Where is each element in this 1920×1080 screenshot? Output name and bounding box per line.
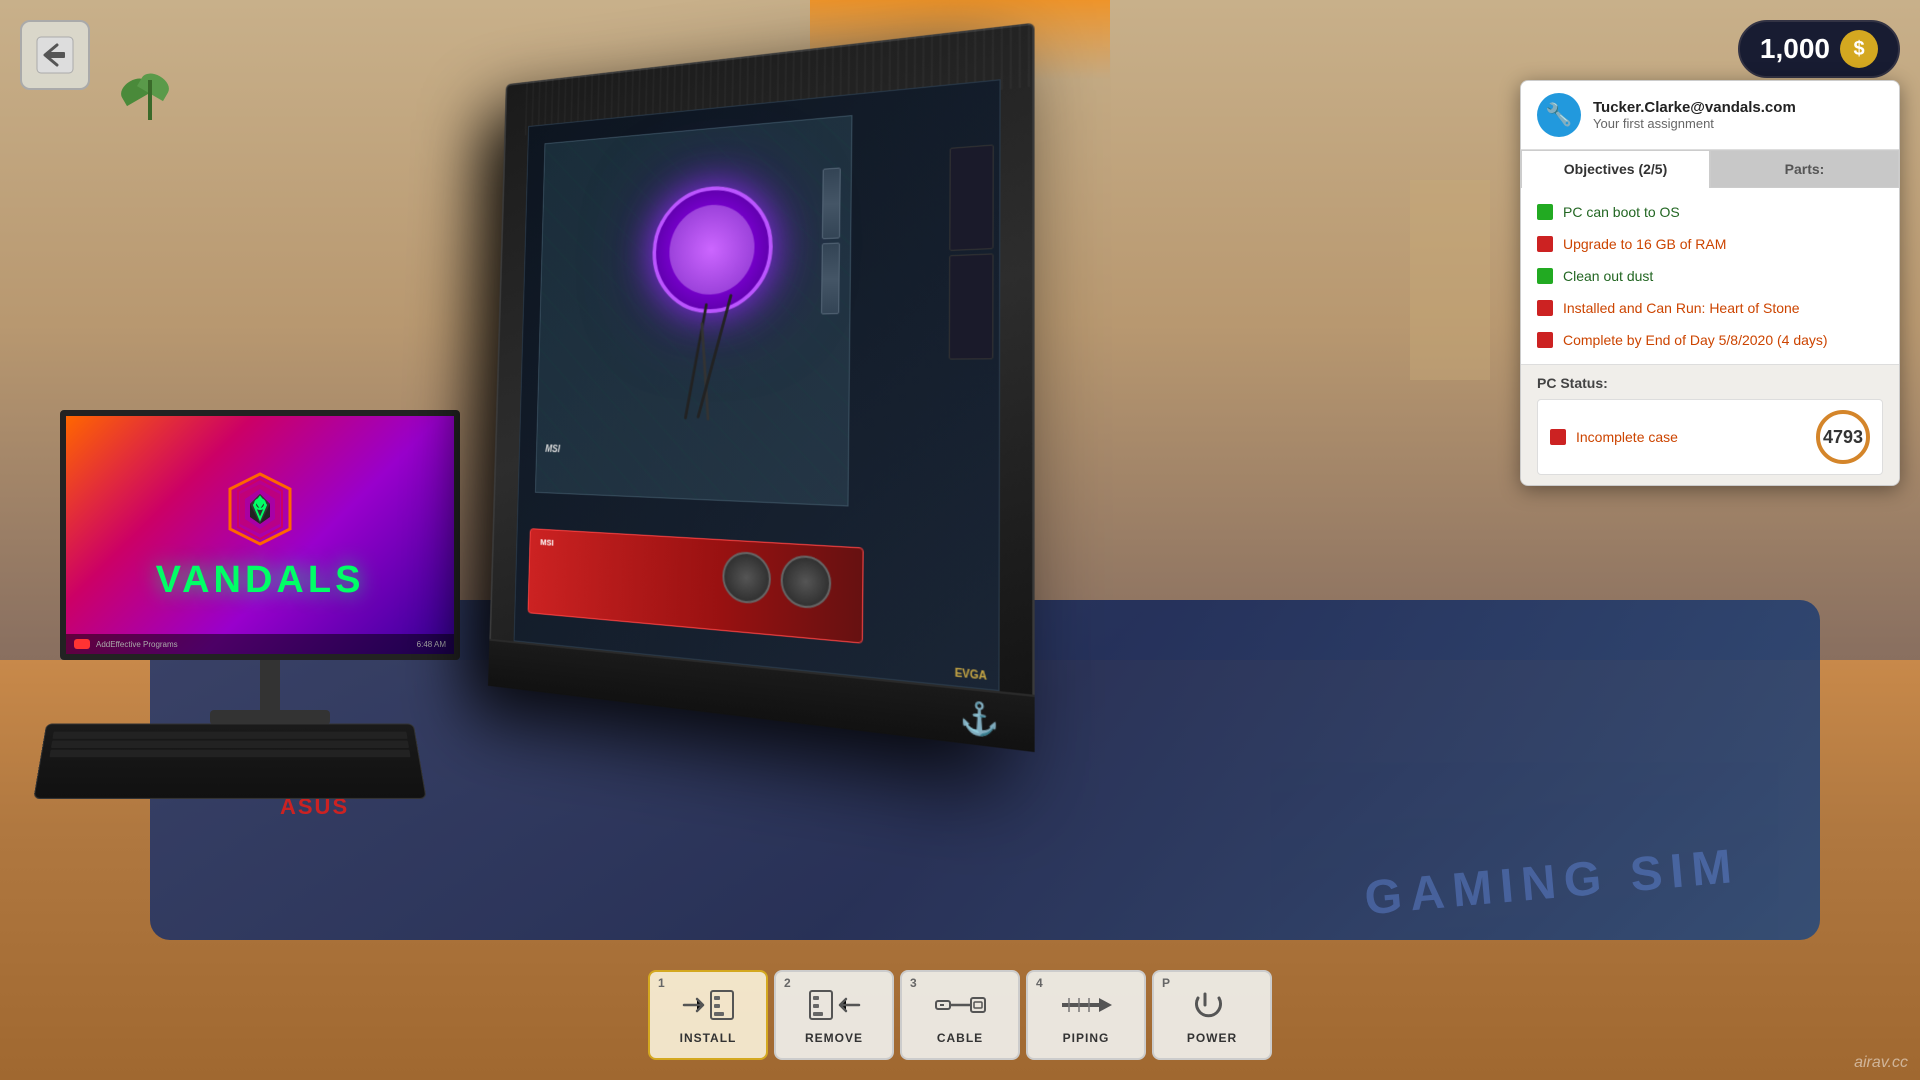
piping-hotkey: 4 — [1036, 976, 1043, 990]
monitor: VANDALS AddEffective Programs 6:48 AM — [60, 410, 480, 710]
obj-5-indicator — [1537, 332, 1553, 348]
pc-case[interactable]: MSI MSI EVGA — [488, 23, 1035, 752]
corsair-logo-icon: ⚓ — [960, 698, 1000, 740]
vandals-logo-icon — [220, 469, 300, 549]
status-1-text: Incomplete case — [1576, 429, 1806, 445]
shelf-background — [1410, 180, 1490, 380]
piping-tool-button[interactable]: 4 PIPING — [1026, 970, 1146, 1060]
objectives-list: PC can boot to OS Upgrade to 16 GB of RA… — [1521, 188, 1899, 364]
remove-tool-button[interactable]: 2 REMOVE — [774, 970, 894, 1060]
power-hotkey: P — [1162, 976, 1170, 990]
piping-label: PIPING — [1063, 1031, 1110, 1045]
monitor-status-icon — [74, 639, 90, 649]
currency-amount: 1,000 — [1760, 33, 1830, 65]
cable-icon — [933, 986, 988, 1024]
obj-2-text: Upgrade to 16 GB of RAM — [1563, 236, 1726, 252]
watermark: airav.cc — [1854, 1054, 1908, 1072]
gpu: MSI — [528, 528, 864, 644]
currency-icon: $ — [1840, 30, 1878, 68]
status-1-indicator — [1550, 429, 1566, 445]
monitor-time: 6:48 AM — [417, 640, 446, 649]
install-hotkey: 1 — [658, 976, 665, 990]
obj-4-indicator — [1537, 300, 1553, 316]
currency-display: 1,000 $ — [1738, 20, 1900, 78]
keyboard — [33, 724, 426, 799]
objective-5: Complete by End of Day 5/8/2020 (4 days) — [1521, 324, 1899, 356]
mission-panel: 🔧 Tucker.Clarke@vandals.com Your first a… — [1520, 80, 1900, 486]
remove-label: REMOVE — [805, 1031, 863, 1045]
obj-3-text: Clean out dust — [1563, 268, 1653, 284]
cable-label: CABLE — [937, 1031, 983, 1045]
mission-tabs: Objectives (2/5) Parts: — [1521, 150, 1899, 188]
desk-mat-logo: GAMING SIM — [1362, 839, 1741, 927]
ram-slots — [821, 167, 841, 314]
tab-objectives[interactable]: Objectives (2/5) — [1521, 150, 1710, 188]
remove-icon-area — [804, 985, 864, 1025]
power-icon — [1185, 986, 1240, 1024]
objective-2: Upgrade to 16 GB of RAM — [1521, 228, 1899, 260]
remove-icon — [807, 986, 862, 1024]
obj-1-text: PC can boot to OS — [1563, 204, 1680, 220]
evga-label: EVGA — [955, 668, 987, 683]
power-tool-button[interactable]: P POWER — [1152, 970, 1272, 1060]
remove-hotkey: 2 — [784, 976, 791, 990]
obj-1-indicator — [1537, 204, 1553, 220]
status-item-1: Incomplete case 4793 — [1537, 399, 1883, 475]
keyboard-keys — [40, 725, 420, 765]
objective-4: Installed and Can Run: Heart of Stone — [1521, 292, 1899, 324]
cable-hotkey: 3 — [910, 976, 917, 990]
install-tool-button[interactable]: 1 INSTALL — [648, 970, 768, 1060]
cable-tool-button[interactable]: 3 CABLE — [900, 970, 1020, 1060]
drive-bays — [949, 144, 994, 359]
pc-status-title: PC Status: — [1537, 375, 1883, 391]
monitor-screen: VANDALS AddEffective Programs 6:48 AM — [60, 410, 460, 660]
install-label: INSTALL — [680, 1031, 737, 1045]
motherboard: MSI — [535, 115, 852, 506]
msi-label: MSI — [545, 444, 560, 455]
monitor-display: VANDALS — [66, 416, 454, 654]
obj-2-indicator — [1537, 236, 1553, 252]
cable-icon-area — [930, 985, 990, 1025]
mission-info: Tucker.Clarke@vandals.com Your first ass… — [1593, 99, 1796, 131]
vandals-brand-text: VANDALS — [156, 559, 365, 602]
bottom-toolbar: 1 INSTALL 2 REMOVE 3 — [648, 970, 1272, 1060]
tab-parts[interactable]: Parts: — [1710, 150, 1899, 188]
obj-5-text: Complete by End of Day 5/8/2020 (4 days) — [1563, 332, 1828, 348]
mission-client-email: Tucker.Clarke@vandals.com — [1593, 99, 1796, 116]
piping-icon — [1059, 986, 1114, 1024]
monitor-status-text: AddEffective Programs — [96, 640, 178, 649]
piping-icon-area — [1056, 985, 1116, 1025]
mission-subtitle: Your first assignment — [1593, 116, 1796, 131]
obj-4-text: Installed and Can Run: Heart of Stone — [1563, 300, 1800, 316]
pc-status-section: PC Status: Incomplete case 4793 — [1521, 364, 1899, 485]
monitor-stand — [260, 660, 280, 710]
obj-3-indicator — [1537, 268, 1553, 284]
plant-decoration — [130, 60, 170, 120]
back-button[interactable] — [20, 20, 90, 90]
mission-wrench-icon: 🔧 — [1537, 93, 1581, 137]
status-1-score: 4793 — [1816, 410, 1870, 464]
install-icon-area — [678, 985, 738, 1025]
power-icon-area — [1182, 985, 1242, 1025]
objective-1: PC can boot to OS — [1521, 196, 1899, 228]
power-label: POWER — [1187, 1031, 1237, 1045]
objective-3: Clean out dust — [1521, 260, 1899, 292]
back-icon — [35, 35, 75, 75]
mission-header: 🔧 Tucker.Clarke@vandals.com Your first a… — [1521, 81, 1899, 150]
pc-case-interior: MSI MSI EVGA — [514, 79, 1001, 691]
install-icon — [681, 986, 736, 1024]
